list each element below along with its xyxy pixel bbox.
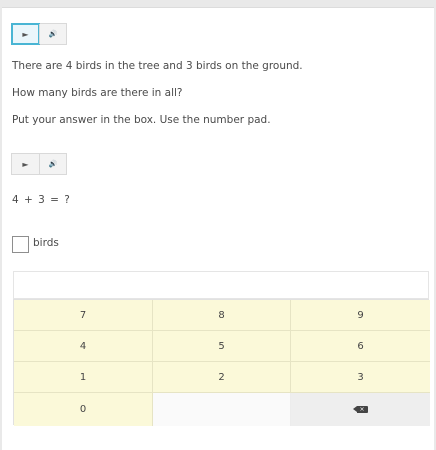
numpad-empty-cell (153, 393, 291, 426)
numpad-key-9[interactable]: 9 (291, 300, 430, 331)
numpad-key-5[interactable]: 5 (153, 331, 291, 362)
numpad-key-4[interactable]: 4 (14, 331, 153, 362)
number-pad: 7 8 9 4 5 6 1 2 3 0 × (13, 299, 430, 426)
numpad-display (13, 271, 429, 299)
equation-speaker-button[interactable]: 🔊 (39, 154, 66, 174)
answer-input-box[interactable] (12, 236, 29, 253)
question-text-1: There are 4 birds in the tree and 3 bird… (12, 60, 303, 72)
numpad-key-7[interactable]: 7 (14, 300, 153, 331)
audio-controls-top: ► 🔊 (11, 23, 67, 45)
play-icon: ► (22, 159, 29, 169)
speaker-button[interactable]: 🔊 (39, 24, 66, 44)
numpad-key-8[interactable]: 8 (153, 300, 291, 331)
numpad-key-3[interactable]: 3 (291, 362, 430, 393)
play-icon: ► (22, 29, 29, 39)
play-button[interactable]: ► (11, 23, 40, 45)
numpad-key-2[interactable]: 2 (153, 362, 291, 393)
answer-unit-label: birds (33, 237, 59, 249)
instruction-text: Put your answer in the box. Use the numb… (12, 114, 271, 126)
speaker-icon: 🔊 (48, 160, 58, 168)
question-text-2: How many birds are there in all? (12, 87, 183, 99)
speaker-icon: 🔊 (48, 30, 58, 38)
question-card: ► 🔊 There are 4 birds in the tree and 3 … (2, 7, 434, 450)
equation-text: 4 + 3 = ? (12, 194, 71, 206)
backspace-button[interactable]: × (291, 393, 430, 426)
numpad-key-1[interactable]: 1 (14, 362, 153, 393)
audio-controls-equation: ► 🔊 (11, 153, 67, 175)
equation-play-button[interactable]: ► (12, 154, 39, 174)
numpad-key-6[interactable]: 6 (291, 331, 430, 362)
numpad-key-0[interactable]: 0 (14, 393, 153, 426)
backspace-icon: × (352, 406, 368, 413)
